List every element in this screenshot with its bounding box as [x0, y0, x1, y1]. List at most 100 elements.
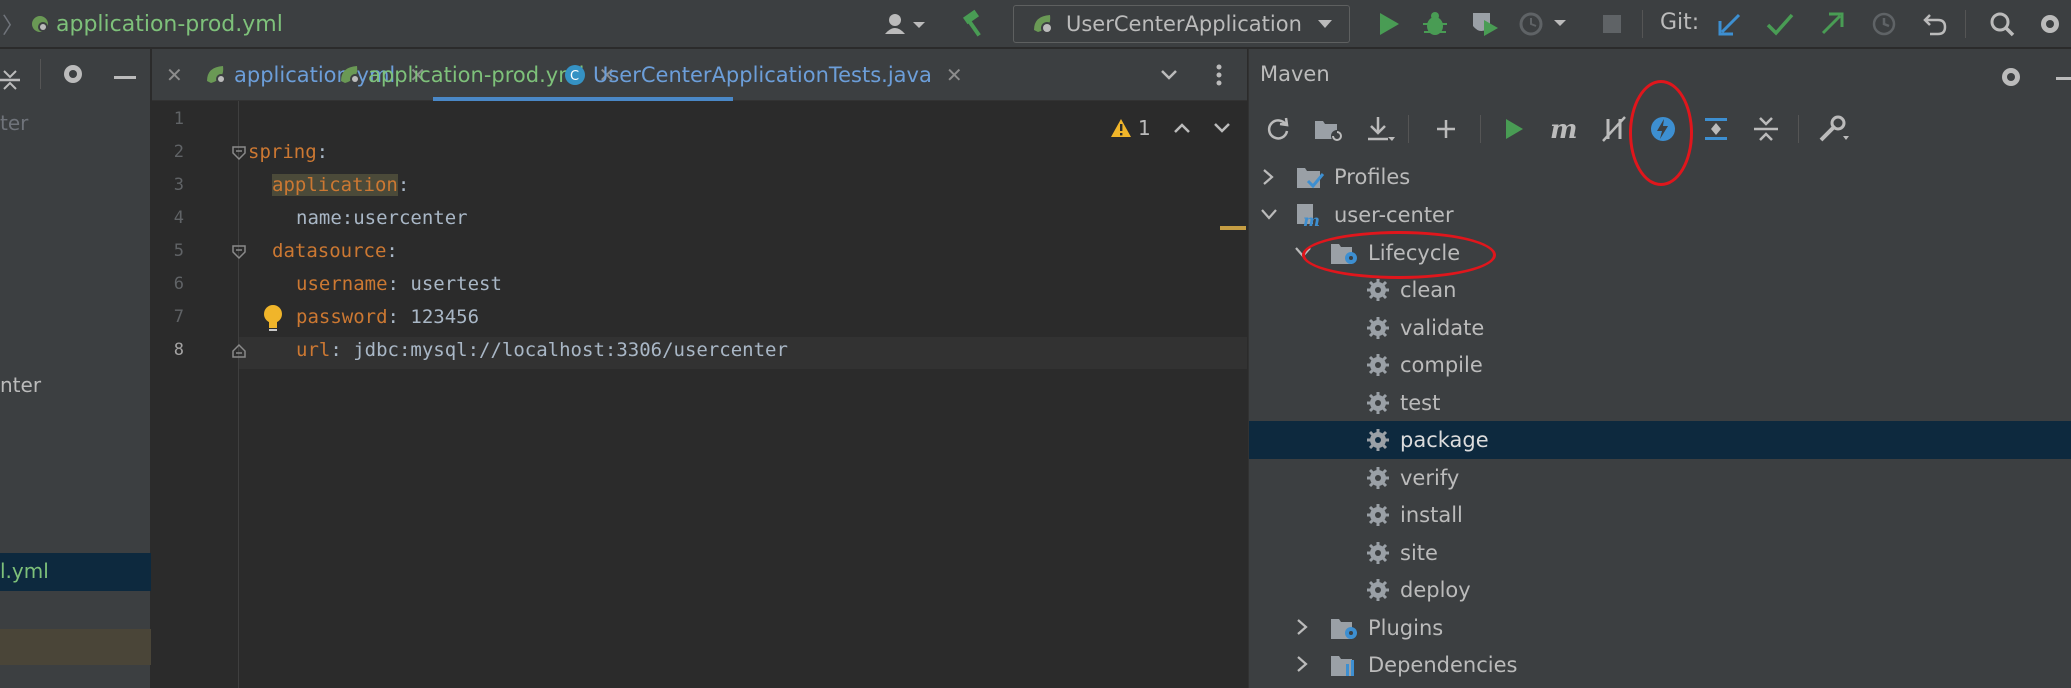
- breadcrumb-file[interactable]: application-prod.yml: [56, 12, 283, 37]
- spring-boot-icon: [1034, 15, 1053, 34]
- maven-settings-gear-icon[interactable]: [1998, 64, 2024, 90]
- collapse-all-icon[interactable]: [1748, 105, 1784, 153]
- toolbar-divider: [1480, 115, 1481, 143]
- previous-highlight-chevron-up-icon[interactable]: [1173, 122, 1191, 134]
- add-project-plus-icon[interactable]: [1428, 105, 1464, 153]
- close-tab-icon[interactable]: ✕: [166, 49, 183, 101]
- lifecycle-phase-package[interactable]: package: [1366, 422, 1489, 458]
- scrollbar-warning-marker[interactable]: [1220, 226, 1246, 230]
- search-icon[interactable]: [1985, 8, 2019, 40]
- code-line-3[interactable]: application:: [272, 174, 409, 196]
- yaml-key: username: [296, 273, 388, 295]
- fold-icon[interactable]: [231, 244, 247, 260]
- code-line-5[interactable]: datasource:: [272, 240, 398, 262]
- execute-maven-goal-icon[interactable]: m: [1546, 105, 1582, 153]
- phase-label: deploy: [1400, 578, 1471, 602]
- git-rollback-icon[interactable]: [1918, 8, 1952, 40]
- show-dependencies-icon[interactable]: [1698, 105, 1734, 153]
- line-number: 7: [173, 307, 184, 327]
- yaml-colon: :: [330, 339, 342, 361]
- maven-project-icon: m: [1297, 204, 1320, 228]
- git-commit-check-icon[interactable]: [1763, 8, 1797, 40]
- reload-projects-icon[interactable]: [1260, 105, 1296, 153]
- collapse-all-icon[interactable]: [0, 67, 22, 93]
- run-configuration-dropdown[interactable]: UserCenterApplication: [1013, 5, 1350, 43]
- run-icon[interactable]: [1372, 8, 1406, 40]
- toolbar-divider: [1798, 115, 1799, 143]
- tab-usercenterapplicationtests-java[interactable]: C UserCenterApplicationTests.java ✕: [563, 49, 963, 101]
- tree-item-plugins[interactable]: Plugins: [1330, 610, 1443, 646]
- user-profile-icon[interactable]: [880, 8, 930, 40]
- dependencies-folder-icon: [1331, 656, 1354, 676]
- stop-icon[interactable]: [1597, 8, 1627, 40]
- project-tree-selected-row[interactable]: l.yml: [0, 553, 151, 591]
- project-tree-item: l.yml: [0, 559, 49, 583]
- lifecycle-phase-compile[interactable]: compile: [1366, 347, 1483, 383]
- hide-maven-minus-icon[interactable]: [2056, 77, 2071, 80]
- phase-label: package: [1400, 428, 1489, 452]
- code-line-4[interactable]: name:usercenter: [296, 207, 468, 229]
- yaml-text: name:usercenter: [296, 207, 468, 229]
- git-update-icon[interactable]: [1713, 8, 1747, 40]
- hide-panel-minus-icon[interactable]: [114, 76, 136, 79]
- phase-gear-icon: [1367, 579, 1389, 601]
- tree-label: Plugins: [1368, 616, 1444, 640]
- svg-text:m: m: [1550, 116, 1578, 142]
- toolbar-divider: [40, 59, 41, 89]
- expand-chevron-right-icon[interactable]: [1262, 168, 1274, 186]
- intention-bulb-icon[interactable]: [262, 304, 284, 332]
- yaml-colon: :: [387, 306, 399, 328]
- line-number: 6: [173, 274, 184, 294]
- expand-chevron-right-icon[interactable]: [1296, 655, 1308, 673]
- lifecycle-phase-test[interactable]: test: [1366, 385, 1440, 421]
- run-with-coverage-icon[interactable]: [1468, 8, 1502, 40]
- close-tab-icon[interactable]: ✕: [946, 63, 963, 87]
- maven-title: Maven: [1260, 62, 1330, 86]
- lifecycle-phase-install[interactable]: install: [1366, 497, 1463, 533]
- lifecycle-phase-verify[interactable]: verify: [1366, 460, 1459, 496]
- code-line-7[interactable]: password: 123456: [296, 306, 479, 328]
- phase-gear-icon: [1367, 392, 1389, 414]
- project-tree-highlight-row[interactable]: [0, 629, 151, 665]
- code-line-8[interactable]: url: jdbc:mysql://localhost:3306/usercen…: [296, 339, 788, 361]
- maven-settings-wrench-icon[interactable]: [1816, 105, 1852, 153]
- download-sources-icon[interactable]: [1362, 105, 1398, 153]
- tree-item-profiles[interactable]: Profiles: [1296, 159, 1410, 195]
- code-line-6[interactable]: username: usertest: [296, 273, 502, 295]
- lifecycle-phase-deploy[interactable]: deploy: [1366, 572, 1471, 608]
- tree-item-user-center[interactable]: m user-center: [1296, 197, 1454, 233]
- generate-sources-icon[interactable]: [1311, 105, 1347, 153]
- project-tool-window: ter nter: [0, 49, 151, 688]
- spring-leaf-icon: [30, 14, 50, 34]
- debug-bug-icon[interactable]: [1418, 8, 1452, 40]
- expand-chevron-right-icon[interactable]: [1296, 618, 1308, 636]
- run-maven-build-icon[interactable]: [1496, 105, 1532, 153]
- project-settings-gear-icon[interactable]: [60, 61, 86, 87]
- git-push-icon[interactable]: [1815, 8, 1849, 40]
- phase-label: site: [1400, 541, 1438, 565]
- lifecycle-phase-site[interactable]: site: [1366, 535, 1438, 571]
- chevron-down-icon: [1318, 20, 1332, 28]
- phase-gear-icon: [1367, 279, 1389, 301]
- lifecycle-phase-validate[interactable]: validate: [1366, 310, 1484, 346]
- phase-label: test: [1400, 391, 1441, 415]
- git-history-clock-icon[interactable]: [1867, 8, 1901, 40]
- next-highlight-chevron-down-icon[interactable]: [1213, 122, 1231, 134]
- project-tree-item[interactable]: ter: [0, 111, 28, 135]
- project-tree-item[interactable]: nter: [0, 373, 41, 397]
- collapse-chevron-down-icon[interactable]: [1260, 208, 1278, 220]
- settings-gear-icon[interactable]: [2035, 8, 2065, 40]
- build-hammer-icon[interactable]: [958, 8, 992, 40]
- profiler-icon[interactable]: [1515, 8, 1571, 40]
- fold-icon[interactable]: [231, 145, 247, 161]
- tree-item-dependencies[interactable]: Dependencies: [1330, 647, 1517, 683]
- toggle-offline-mode-icon[interactable]: [1596, 105, 1632, 153]
- breadcrumb: 〉 application-prod.yml: [0, 0, 283, 48]
- tab-list-chevron-icon[interactable]: [1160, 49, 1178, 101]
- yaml-colon: :: [397, 174, 410, 196]
- fold-end-icon[interactable]: [231, 343, 247, 359]
- code-line-2[interactable]: spring:: [248, 141, 328, 163]
- inspection-widget[interactable]: 1: [1110, 116, 1231, 140]
- more-options-icon[interactable]: [1216, 49, 1222, 101]
- breadcrumb-separator: 〉: [2, 14, 25, 39]
